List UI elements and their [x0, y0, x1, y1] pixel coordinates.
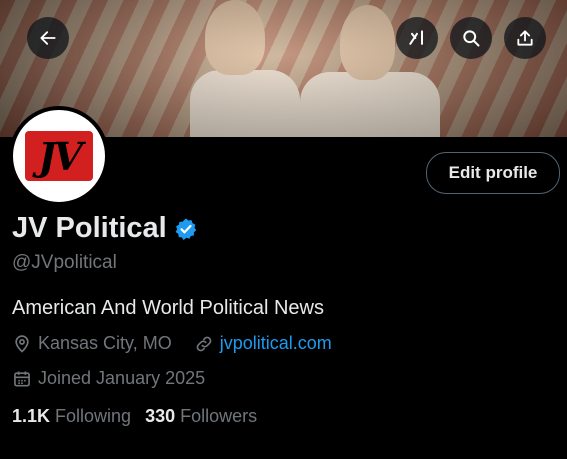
search-icon [463, 30, 480, 47]
follow-stats: 1.1K Following 330 Followers [12, 406, 271, 427]
name-row: JV Political [12, 212, 198, 245]
followers-count[interactable]: 330 [145, 406, 175, 427]
followers-label[interactable]: Followers [180, 406, 257, 427]
handle: @JVpolitical [12, 252, 117, 273]
avatar[interactable]: JV [9, 106, 109, 206]
back-button[interactable] [27, 17, 69, 59]
share-icon [517, 30, 533, 46]
website-link[interactable]: jvpolitical.com [220, 333, 332, 354]
bio: American And World Political News [12, 297, 324, 319]
joined-date: Joined January 2025 [38, 368, 206, 388]
display-name: JV Political [12, 212, 167, 244]
grok-button[interactable] [396, 17, 438, 59]
calendar-icon [14, 371, 30, 386]
following-count[interactable]: 1.1K [12, 406, 50, 427]
location-pin-icon [15, 334, 29, 353]
arrow-left-icon [40, 31, 56, 45]
link-icon [196, 336, 212, 351]
avatar-logo: JV [25, 131, 93, 181]
grok-icon [409, 30, 423, 45]
share-button[interactable] [504, 17, 546, 59]
verified-badge-icon[interactable] [174, 217, 198, 241]
joined-row: Joined January 2025 [12, 368, 205, 389]
location-website-row: Kansas City, MO jvpolitical.com [12, 333, 332, 354]
search-button[interactable] [450, 17, 492, 59]
edit-profile-button[interactable]: Edit profile [426, 152, 560, 194]
following-label[interactable]: Following [55, 406, 131, 427]
location-text: Kansas City, MO [38, 333, 172, 353]
